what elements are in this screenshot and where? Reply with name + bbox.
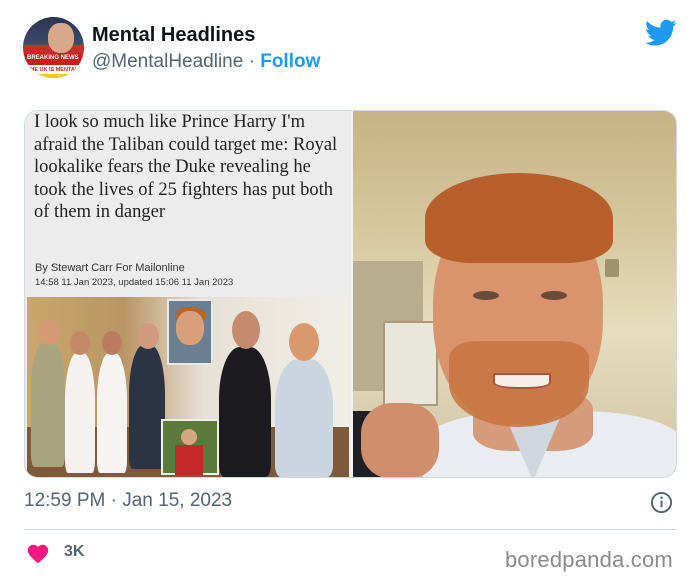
source-watermark: boredpanda.com [505, 547, 673, 572]
author-handle[interactable]: @MentalHeadline [92, 51, 243, 72]
article-screenshot: I look so much like Prince Harry I'm afr… [25, 111, 351, 477]
author-display-name[interactable]: Mental Headlines [92, 24, 255, 47]
tweet-card: BREAKING NEWS THE UK IS MENTAL Mental He… [0, 0, 700, 581]
lookalike-photo [353, 111, 676, 477]
photo-person [275, 359, 333, 477]
inset-portrait [167, 299, 213, 365]
tweet-media[interactable]: I look so much like Prince Harry I'm afr… [24, 110, 677, 478]
article-byline: By Stewart Carr For Mailonline [35, 262, 185, 274]
avatar[interactable]: BREAKING NEWS THE UK IS MENTAL [23, 17, 84, 78]
article-dateline: 14:58 11 Jan 2023, updated 15:06 11 Jan … [35, 277, 234, 288]
photo-person [129, 345, 165, 469]
avatar-caption-text: THE UK IS MENTAL [27, 67, 79, 73]
photo-person [97, 353, 127, 473]
article-headline: I look so much like Prince Harry I'm afr… [34, 112, 338, 222]
photo-person [219, 347, 271, 477]
divider [24, 529, 677, 530]
article-photo-collage [27, 297, 349, 477]
follow-button[interactable]: Follow [260, 51, 320, 72]
tweet-timestamp[interactable]: 12:59 PM · Jan 15, 2023 [24, 490, 232, 512]
inset-photo [161, 419, 219, 475]
handle-separator: · [248, 51, 255, 72]
twitter-bird-icon[interactable] [645, 19, 677, 47]
photo-person [31, 341, 65, 467]
heart-icon[interactable] [26, 542, 50, 564]
avatar-banner-text: BREAKING NEWS [27, 55, 79, 61]
info-icon[interactable] [650, 491, 673, 514]
like-count[interactable]: 3K [64, 543, 84, 561]
photo-person [65, 353, 95, 473]
author-handle-row: @MentalHeadline · Follow [92, 51, 320, 73]
